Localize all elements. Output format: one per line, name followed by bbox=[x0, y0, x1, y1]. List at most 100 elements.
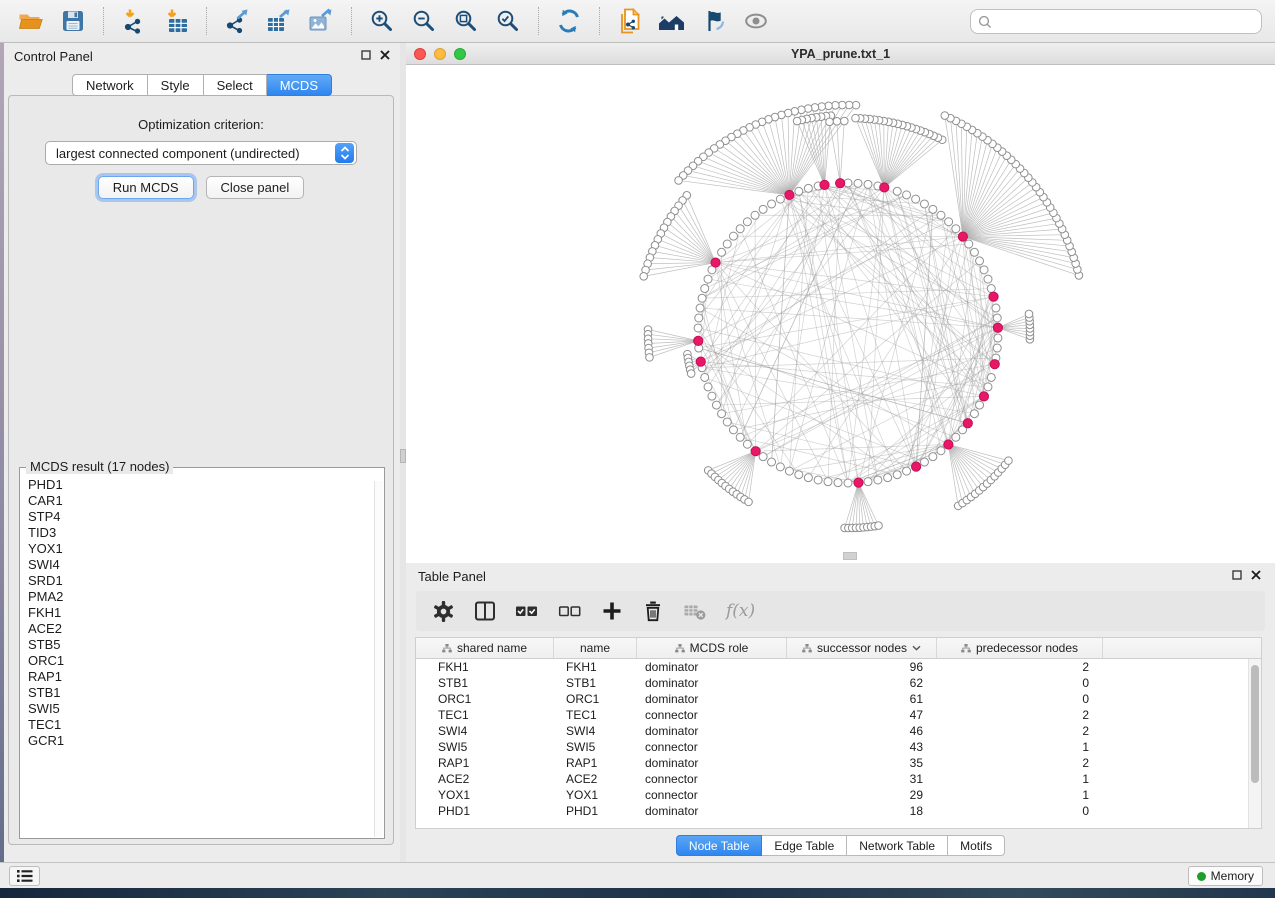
table-row[interactable]: FKH1FKH1dominator962 bbox=[416, 659, 1261, 675]
mcds-result-item[interactable]: YOX1 bbox=[28, 541, 384, 557]
ring-node[interactable] bbox=[945, 218, 953, 226]
tab-edge-table[interactable]: Edge Table bbox=[762, 835, 847, 856]
split-view-button[interactable] bbox=[474, 600, 496, 622]
mcds-result-item[interactable]: STB1 bbox=[28, 685, 384, 701]
import-table-button[interactable] bbox=[159, 4, 193, 38]
mcds-result-item[interactable]: TEC1 bbox=[28, 717, 384, 733]
ring-node[interactable] bbox=[814, 476, 822, 484]
ring-node[interactable] bbox=[976, 401, 984, 409]
satellite-node[interactable] bbox=[675, 177, 683, 185]
close-panel-button[interactable]: Close panel bbox=[206, 176, 305, 199]
mcds-hub-node[interactable] bbox=[696, 357, 705, 366]
ring-node[interactable] bbox=[864, 478, 872, 486]
export-network-button[interactable] bbox=[220, 4, 254, 38]
ring-node[interactable] bbox=[743, 440, 751, 448]
mcds-hub-node[interactable] bbox=[880, 183, 889, 192]
tab-style[interactable]: Style bbox=[148, 74, 204, 96]
ring-node[interactable] bbox=[976, 257, 984, 265]
mcds-result-item[interactable]: SWI5 bbox=[28, 701, 384, 717]
table-row[interactable]: SWI5SWI5connector431 bbox=[416, 739, 1261, 755]
ring-node[interactable] bbox=[723, 240, 731, 248]
zoom-selected-button[interactable] bbox=[491, 4, 525, 38]
export-table-button[interactable] bbox=[262, 4, 296, 38]
network-window-titlebar[interactable]: YPA_prune.txt_1 bbox=[406, 43, 1275, 65]
ring-node[interactable] bbox=[952, 225, 960, 233]
ring-node[interactable] bbox=[984, 383, 992, 391]
table-row[interactable]: SWI4SWI4dominator462 bbox=[416, 723, 1261, 739]
satellite-node[interactable] bbox=[687, 370, 695, 378]
export-image-button[interactable] bbox=[304, 4, 338, 38]
delete-column-button[interactable] bbox=[642, 600, 664, 622]
search-field[interactable] bbox=[970, 9, 1262, 34]
ring-node[interactable] bbox=[704, 275, 712, 283]
ring-node[interactable] bbox=[834, 479, 842, 487]
ring-node[interactable] bbox=[768, 200, 776, 208]
zoom-fit-button[interactable] bbox=[449, 4, 483, 38]
tab-motifs[interactable]: Motifs bbox=[948, 835, 1005, 856]
ring-node[interactable] bbox=[776, 195, 784, 203]
ring-node[interactable] bbox=[701, 373, 709, 381]
tab-select[interactable]: Select bbox=[204, 74, 267, 96]
zoom-in-button[interactable] bbox=[365, 4, 399, 38]
ring-node[interactable] bbox=[929, 453, 937, 461]
ring-node[interactable] bbox=[718, 410, 726, 418]
mcds-result-list[interactable]: PHD1CAR1STP4TID3YOX1SWI4SRD1PMA2FKH1ACE2… bbox=[20, 468, 384, 749]
ring-node[interactable] bbox=[743, 218, 751, 226]
ring-node[interactable] bbox=[795, 187, 803, 195]
ring-node[interactable] bbox=[987, 285, 995, 293]
mcds-hub-node[interactable] bbox=[944, 440, 953, 449]
table-row[interactable]: STB1STB1dominator620 bbox=[416, 675, 1261, 691]
column-header-name[interactable]: name bbox=[554, 638, 637, 658]
tab-node-table[interactable]: Node Table bbox=[676, 835, 763, 856]
satellite-node[interactable] bbox=[1005, 457, 1013, 465]
float-window-icon[interactable] bbox=[1232, 570, 1242, 580]
satellite-node[interactable] bbox=[1025, 310, 1033, 318]
refresh-button[interactable] bbox=[552, 4, 586, 38]
mcds-hub-node[interactable] bbox=[979, 392, 988, 401]
table-row[interactable]: ACE2ACE2connector311 bbox=[416, 771, 1261, 787]
select-all-button[interactable] bbox=[515, 600, 539, 622]
column-header-predecessor-nodes[interactable]: predecessor nodes bbox=[937, 638, 1103, 658]
mcds-hub-node[interactable] bbox=[958, 232, 967, 241]
ring-node[interactable] bbox=[759, 205, 767, 213]
mcds-hub-node[interactable] bbox=[785, 190, 794, 199]
mcds-result-item[interactable]: PHD1 bbox=[28, 477, 384, 493]
ring-node[interactable] bbox=[695, 314, 703, 322]
satellite-node[interactable] bbox=[793, 117, 801, 125]
mcds-hub-node[interactable] bbox=[911, 462, 920, 471]
eye-button[interactable] bbox=[739, 4, 773, 38]
add-column-button[interactable] bbox=[601, 600, 623, 622]
column-header-successor-nodes[interactable]: successor nodes bbox=[787, 638, 937, 658]
close-icon[interactable] bbox=[380, 50, 390, 60]
ring-node[interactable] bbox=[736, 225, 744, 233]
ring-node[interactable] bbox=[884, 474, 892, 482]
satellite-node[interactable] bbox=[941, 112, 949, 120]
satellite-node[interactable] bbox=[875, 522, 883, 530]
table-row[interactable]: ORC1ORC1dominator610 bbox=[416, 691, 1261, 707]
gear-button[interactable] bbox=[432, 600, 455, 623]
table-row[interactable]: PHD1PHD1dominator180 bbox=[416, 803, 1261, 819]
ring-node[interactable] bbox=[712, 401, 720, 409]
satellite-node[interactable] bbox=[745, 498, 753, 506]
ring-node[interactable] bbox=[970, 410, 978, 418]
satellite-node[interactable] bbox=[852, 114, 860, 122]
ring-node[interactable] bbox=[795, 471, 803, 479]
ring-node[interactable] bbox=[993, 344, 1001, 352]
zoom-out-button[interactable] bbox=[407, 4, 441, 38]
mcds-hub-node[interactable] bbox=[836, 179, 845, 188]
ring-node[interactable] bbox=[920, 458, 928, 466]
ring-node[interactable] bbox=[984, 275, 992, 283]
mcds-hub-node[interactable] bbox=[751, 447, 760, 456]
column-header-shared-name[interactable]: shared name bbox=[416, 638, 554, 658]
close-icon[interactable] bbox=[1251, 570, 1261, 580]
satellite-node[interactable] bbox=[826, 118, 834, 126]
mcds-result-item[interactable]: SWI4 bbox=[28, 557, 384, 573]
mcds-list-scrollbar[interactable] bbox=[374, 481, 383, 837]
ring-node[interactable] bbox=[965, 240, 973, 248]
ring-node[interactable] bbox=[980, 266, 988, 274]
ring-node[interactable] bbox=[729, 426, 737, 434]
run-mcds-button[interactable]: Run MCDS bbox=[98, 176, 194, 199]
ring-node[interactable] bbox=[874, 476, 882, 484]
ring-node[interactable] bbox=[937, 447, 945, 455]
table-scrollbar[interactable] bbox=[1248, 659, 1261, 828]
